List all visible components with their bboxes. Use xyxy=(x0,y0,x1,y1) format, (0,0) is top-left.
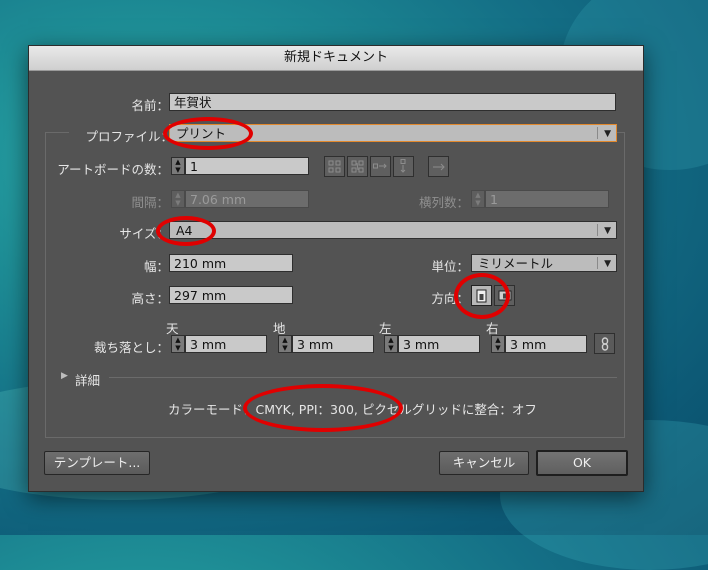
dialog-title[interactable]: 新規ドキュメント xyxy=(29,46,643,71)
chevron-down-icon: ▼ xyxy=(604,129,611,139)
cancel-button[interactable]: キャンセル xyxy=(439,451,529,475)
size-label: サイズ： xyxy=(119,226,169,241)
units-label: 単位： xyxy=(431,259,469,274)
select-separator xyxy=(597,257,598,269)
template-button[interactable]: テンプレート... xyxy=(44,451,150,475)
ok-button[interactable]: OK xyxy=(536,450,628,476)
document-settings-summary: カラーモード：CMYK, PPI：300, ピクセルグリッドに整合：オフ xyxy=(168,402,537,417)
down-arrow-icon: ▼ xyxy=(388,344,394,352)
select-separator xyxy=(597,127,598,139)
disclosure-triangle-icon[interactable]: ▶ xyxy=(61,371,68,381)
orientation-label: 方向： xyxy=(431,291,469,306)
size-value: A4 xyxy=(176,223,193,238)
up-arrow-icon: ▲ xyxy=(175,158,181,166)
arrange-by-column-icon[interactable] xyxy=(393,156,414,177)
up-arrow-icon: ▲ xyxy=(495,336,501,344)
spacing-label: 間隔： xyxy=(131,195,169,210)
down-arrow-icon: ▼ xyxy=(495,344,501,352)
bleed-bottom-stepper[interactable]: ▲ ▼ xyxy=(278,335,292,353)
columns-label: 横列数： xyxy=(418,195,469,210)
grid-by-column-icon[interactable] xyxy=(347,156,368,177)
down-arrow-icon: ▼ xyxy=(175,166,181,174)
spacing-stepper[interactable]: ▲ ▼ xyxy=(171,190,185,208)
spacing-input[interactable]: 7.06 mm xyxy=(185,190,309,208)
chevron-down-icon: ▼ xyxy=(604,226,611,236)
columns-stepper[interactable]: ▲ ▼ xyxy=(471,190,485,208)
profile-value: プリント xyxy=(176,126,227,141)
profile-select[interactable]: プリント ▼ xyxy=(169,124,617,142)
size-select[interactable]: A4 ▼ xyxy=(169,221,617,239)
artboards-stepper[interactable]: ▲ ▼ xyxy=(171,157,185,175)
artboards-label: アートボードの数： xyxy=(57,162,169,177)
up-arrow-icon: ▲ xyxy=(388,336,394,344)
bleed-left-input[interactable]: 3 mm xyxy=(398,335,480,353)
units-value: ミリメートル xyxy=(478,256,554,271)
bleed-top-stepper[interactable]: ▲ ▼ xyxy=(171,335,185,353)
advanced-divider xyxy=(109,377,617,378)
width-input[interactable]: 210 mm xyxy=(169,254,293,272)
bleed-label: 裁ち落とし： xyxy=(93,340,169,355)
arrange-by-row-icon[interactable] xyxy=(370,156,391,177)
artboards-input[interactable]: 1 xyxy=(185,157,309,175)
up-arrow-icon: ▲ xyxy=(175,191,181,199)
portrait-icon[interactable] xyxy=(471,285,492,306)
up-arrow-icon: ▲ xyxy=(475,191,481,199)
up-arrow-icon: ▲ xyxy=(175,336,181,344)
down-arrow-icon: ▼ xyxy=(175,344,181,352)
select-separator xyxy=(597,224,598,236)
height-label: 高さ： xyxy=(131,291,169,306)
bleed-left-stepper[interactable]: ▲ ▼ xyxy=(384,335,398,353)
bleed-right-stepper[interactable]: ▲ ▼ xyxy=(491,335,505,353)
down-arrow-icon: ▼ xyxy=(175,199,181,207)
name-label: 名前： xyxy=(131,98,169,113)
height-input[interactable]: 297 mm xyxy=(169,286,293,304)
up-arrow-icon: ▲ xyxy=(282,336,288,344)
columns-input[interactable]: 1 xyxy=(485,190,609,208)
landscape-icon[interactable] xyxy=(494,285,515,306)
width-label: 幅： xyxy=(143,259,169,274)
bleed-right-input[interactable]: 3 mm xyxy=(505,335,587,353)
down-arrow-icon: ▼ xyxy=(475,199,481,207)
advanced-toggle[interactable]: 詳細 xyxy=(75,370,100,389)
link-icon[interactable] xyxy=(594,333,615,354)
name-input[interactable]: 年賀状 xyxy=(169,93,616,111)
grid-by-row-icon[interactable] xyxy=(324,156,345,177)
bleed-bottom-input[interactable]: 3 mm xyxy=(292,335,374,353)
down-arrow-icon: ▼ xyxy=(282,344,288,352)
bleed-top-input[interactable]: 3 mm xyxy=(185,335,267,353)
chevron-down-icon: ▼ xyxy=(604,259,611,269)
right-to-left-icon[interactable] xyxy=(428,156,449,177)
new-document-dialog: 新規ドキュメント 名前： 年賀状 プロファイル： プリント ▼ アートボードの数… xyxy=(28,45,644,492)
units-select[interactable]: ミリメートル ▼ xyxy=(471,254,617,272)
profile-label: プロファイル： xyxy=(69,126,173,145)
